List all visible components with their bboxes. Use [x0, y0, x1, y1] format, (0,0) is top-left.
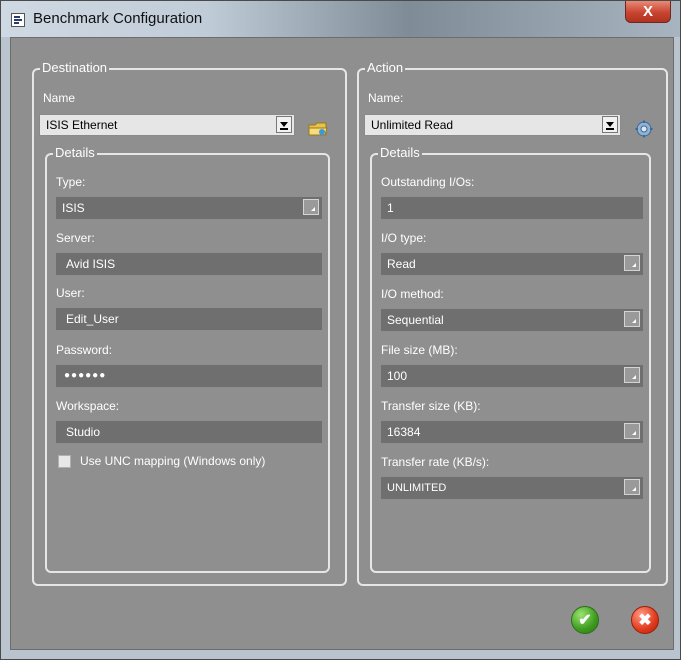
destination-name-select[interactable]: ISIS Ethernet — [39, 114, 295, 136]
check-icon: ✔ — [578, 612, 592, 629]
outstanding-ios-label: Outstanding I/Os: — [381, 175, 475, 189]
action-name-value: Unlimited Read — [371, 118, 454, 132]
workspace-label: Workspace: — [56, 399, 120, 413]
destination-details-group: Details Type: ISIS Server: Avid ISIS Use… — [45, 145, 330, 573]
destination-name-value: ISIS Ethernet — [46, 118, 118, 132]
io-method-label: I/O method: — [381, 287, 444, 301]
app-icon — [11, 13, 25, 27]
chevron-down-icon[interactable] — [624, 311, 640, 327]
window-title: Benchmark Configuration — [33, 10, 203, 27]
type-value: ISIS — [62, 201, 85, 215]
password-label: Password: — [56, 343, 113, 357]
action-name-select[interactable]: Unlimited Read — [364, 114, 621, 136]
unc-mapping-label: Use UNC mapping (Windows only) — [80, 454, 266, 468]
benchmark-configuration-window: Benchmark Configuration X Destination Na… — [0, 0, 681, 660]
workspace-field[interactable]: Studio — [56, 421, 322, 443]
chevron-down-icon[interactable] — [624, 479, 640, 495]
title-bar[interactable]: Benchmark Configuration X — [1, 1, 680, 37]
io-type-select[interactable]: Read — [381, 253, 643, 275]
close-button[interactable]: X — [625, 1, 671, 23]
io-method-value: Sequential — [387, 313, 444, 327]
type-label: Type: — [56, 175, 86, 189]
destination-details-legend: Details — [53, 145, 97, 161]
io-type-label: I/O type: — [381, 231, 427, 245]
transfer-size-label: Transfer size (KB): — [381, 399, 481, 413]
chevron-down-icon[interactable] — [624, 423, 640, 439]
password-field[interactable]: ●●●●●● — [56, 365, 322, 387]
folder-icon[interactable] — [308, 121, 328, 137]
chevron-down-icon[interactable] — [624, 367, 640, 383]
chevron-down-icon[interactable] — [624, 255, 640, 271]
transfer-rate-value: UNLIMITED — [387, 482, 447, 494]
chevron-down-icon[interactable] — [303, 199, 319, 215]
transfer-rate-select[interactable]: UNLIMITED — [381, 477, 643, 499]
file-size-label: File size (MB): — [381, 343, 458, 357]
unc-mapping-checkbox[interactable] — [58, 455, 71, 468]
transfer-size-value: 16384 — [387, 425, 421, 439]
server-field[interactable]: Avid ISIS — [56, 253, 322, 275]
file-size-select[interactable]: 100 — [381, 365, 643, 387]
action-group: Action Name: Details Outstanding I/Os: 1… — [357, 60, 668, 586]
cancel-button[interactable]: ✖ — [631, 606, 659, 634]
transfer-rate-label: Transfer rate (KB/s): — [381, 455, 490, 469]
destination-group: Destination Name ISIS Ethernet Details T… — [32, 60, 347, 586]
action-name-label: Name: — [368, 91, 404, 105]
destination-legend: Destination — [40, 60, 110, 76]
server-label: Server: — [56, 231, 95, 245]
action-legend: Action — [365, 60, 406, 76]
x-icon: ✖ — [638, 612, 652, 629]
action-details-legend: Details — [378, 145, 422, 161]
destination-name-label: Name — [43, 91, 76, 105]
transfer-size-select[interactable]: 16384 — [381, 421, 643, 443]
file-size-value: 100 — [387, 369, 408, 383]
ok-button[interactable]: ✔ — [571, 606, 599, 634]
outstanding-ios-field[interactable]: 1 — [381, 197, 643, 219]
io-type-value: Read — [387, 257, 416, 271]
user-field[interactable]: Edit_User — [56, 308, 322, 330]
type-select[interactable]: ISIS — [56, 197, 322, 219]
io-method-select[interactable]: Sequential — [381, 309, 643, 331]
user-label: User: — [56, 286, 85, 300]
chevron-down-icon[interactable] — [276, 116, 292, 133]
gear-icon[interactable] — [635, 120, 653, 138]
chevron-down-icon[interactable] — [602, 116, 618, 133]
action-details-group: Details Outstanding I/Os: 1 I/O type: Re… — [370, 145, 651, 573]
